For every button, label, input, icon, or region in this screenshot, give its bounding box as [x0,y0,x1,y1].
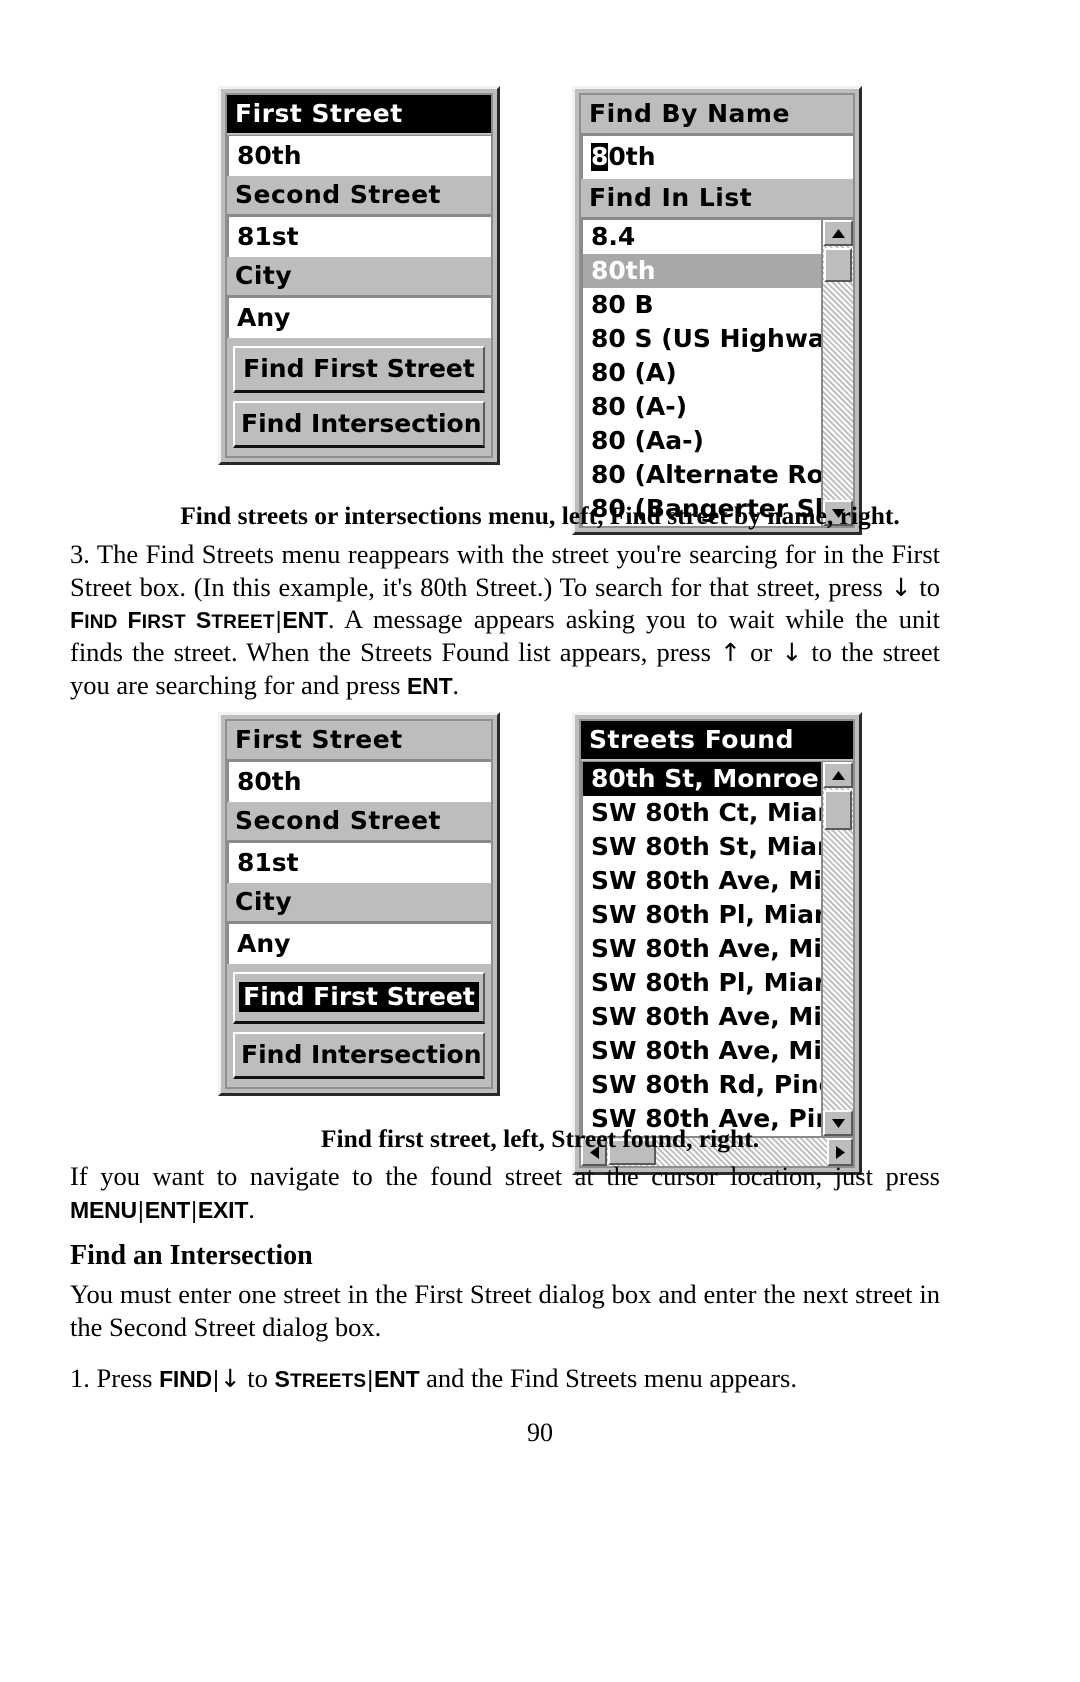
find-first-street-button-label: Find First Street [243,354,475,383]
para3-text-2: to [911,571,940,602]
find-intersection-button[interactable]: Find Intersection [233,401,485,448]
paragraph-intersection-intro: You must enter one street in the First S… [70,1279,940,1342]
arrow-down-icon: ↓ [890,572,912,602]
find-streets-menu-panel-2[interactable]: First Street 80th Second Street 81st Cit… [218,712,500,1096]
field-value-first-street[interactable]: 80th [227,135,491,176]
list-item-selected[interactable]: 80th St, Monroe C [583,762,821,796]
field-value-city-2[interactable]: Any [227,923,491,964]
para3-text-6: . [452,669,460,700]
paragraph-step-1: 1. Press FIND|↓ to STREETS|ENT and the F… [70,1362,940,1395]
field-value-first-street-2[interactable]: 80th [227,761,491,802]
find-by-name-panel[interactable]: Find By Name 80th Find In List 8.4 80th … [572,86,862,535]
arrow-down-icon-2: ↓ [781,637,803,667]
scrollbar-thumb[interactable] [824,248,852,282]
key-separator: | [212,1366,219,1392]
key-menu: MENU [70,1196,137,1223]
figure-1-caption: Find streets or intersections menu, left… [180,501,900,530]
list-item[interactable]: 80 (Alternate Rou [583,458,821,492]
key-ent: ENT [144,1196,191,1223]
figure-2-caption: Find first street, left, Street found, r… [320,1124,760,1153]
arrow-up-icon: ↑ [720,637,741,667]
streets-found-panel[interactable]: Streets Found 80th St, Monroe C SW 80th … [572,712,862,1175]
streets-found-title: Streets Found [581,721,853,761]
streets-found-listbox[interactable]: 80th St, Monroe C SW 80th Ct, Miam SW 80… [581,761,853,1136]
list-item[interactable]: 80 S (US Highway [583,322,821,356]
key-ent-2: ENT [407,672,453,699]
key-exit: EXIT [197,1196,249,1223]
list-item[interactable]: SW 80th Pl, Miami [583,898,821,932]
list-item[interactable]: SW 80th Ave, Mia [583,1000,821,1034]
figure-2: First Street 80th Second Street 81st Cit… [0,712,1080,1175]
list-item[interactable]: SW 80th Ct, Miam [583,796,821,830]
list-item[interactable]: SW 80th Rd, Pine [583,1068,821,1102]
list-item[interactable]: 80 (Aa-) [583,424,821,458]
scrollbar-track[interactable] [823,246,853,500]
find-streets-menu-panel[interactable]: First Street 80th Second Street 81st Cit… [218,86,500,465]
list-item[interactable]: 8.4 [583,220,821,254]
list-item-selected[interactable]: 80th [583,254,821,288]
field-value-city[interactable]: Any [227,297,491,338]
para3-text-1: 3. The Find Streets menu reappears with … [70,539,940,602]
field-label-city[interactable]: City [227,257,491,297]
find-by-name-input[interactable]: 80th [581,135,853,179]
scroll-up-arrow-icon[interactable] [823,220,853,246]
list-item[interactable]: SW 80th Ave, Mia [583,932,821,966]
paragraph-navigate: If you want to navigate to the found str… [70,1160,940,1225]
key-find-first-street: FIND FIRST STREET [70,607,275,634]
key-separator-2: | [367,1366,374,1392]
vertical-scrollbar-2[interactable] [821,762,853,1136]
find-in-list-title: Find In List [581,179,853,219]
page-number: 90 [527,1418,553,1447]
field-label-city-2[interactable]: City [227,883,491,923]
list-item[interactable]: 80 (A) [583,356,821,390]
find-intersection-button-label: Find Intersection [241,409,482,438]
para4-text-2: . [248,1193,255,1224]
field-label-first-street[interactable]: First Street [227,95,491,135]
arrow-down-icon: ↓ [219,1364,241,1393]
key-ent: ENT [374,1366,420,1392]
key-separator-2: | [191,1196,197,1223]
field-value-second-street-2[interactable]: 81st [227,842,491,883]
field-value-second-street[interactable]: 81st [227,216,491,257]
field-label-second-street[interactable]: Second Street [227,176,491,216]
field-label-second-street-2[interactable]: Second Street [227,802,491,842]
find-by-name-input-rest: 0th [608,142,656,171]
para3-text-4: or [740,636,782,667]
list-item[interactable]: SW 80th Ave, Mia [583,864,821,898]
find-first-street-button-2[interactable]: Find First Street [233,972,485,1024]
find-intersection-button-label-2: Find Intersection [241,1040,482,1069]
list-item[interactable]: SW 80th St, Miam [583,830,821,864]
field-label-first-street-2[interactable]: First Street [227,721,491,761]
section-heading-find-an-intersection: Find an Intersection [70,1240,313,1271]
find-in-list-listbox[interactable]: 8.4 80th 80 B 80 S (US Highway 80 (A) 80… [581,219,853,526]
find-by-name-title: Find By Name [581,95,853,135]
list-item[interactable]: 80 B [583,288,821,322]
list-item[interactable]: 80 (A-) [583,390,821,424]
find-first-street-button[interactable]: Find First Street [233,346,485,393]
text-cursor-icon: 8 [591,142,609,171]
list-item[interactable]: SW 80th Pl, Miami [583,966,821,1000]
document-page: First Street 80th Second Street 81st Cit… [0,0,1080,1682]
key-ent: ENT [282,607,328,634]
para6-text-1: 1. Press [70,1363,160,1393]
paragraph-step-3: 3. The Find Streets menu reappears with … [70,538,940,701]
scrollbar-track[interactable] [823,788,853,1110]
key-find: FIND [159,1366,212,1392]
para4-text-1: If you want to navigate to the found str… [70,1161,940,1191]
find-first-street-button-label-2: Find First Street [239,982,479,1012]
para6-text-2: to [240,1363,275,1393]
vertical-scrollbar[interactable] [821,220,853,526]
figure-1: First Street 80th Second Street 81st Cit… [0,86,1080,535]
find-intersection-button-2[interactable]: Find Intersection [233,1032,485,1079]
scrollbar-thumb[interactable] [824,790,852,830]
key-separator: | [137,1196,144,1223]
scroll-up-arrow-icon[interactable] [823,762,853,788]
para6-text-3: and the Find Streets menu appears. [419,1363,797,1393]
key-streets: STREETS [274,1366,367,1392]
list-item[interactable]: SW 80th Ave, Mia [583,1034,821,1068]
